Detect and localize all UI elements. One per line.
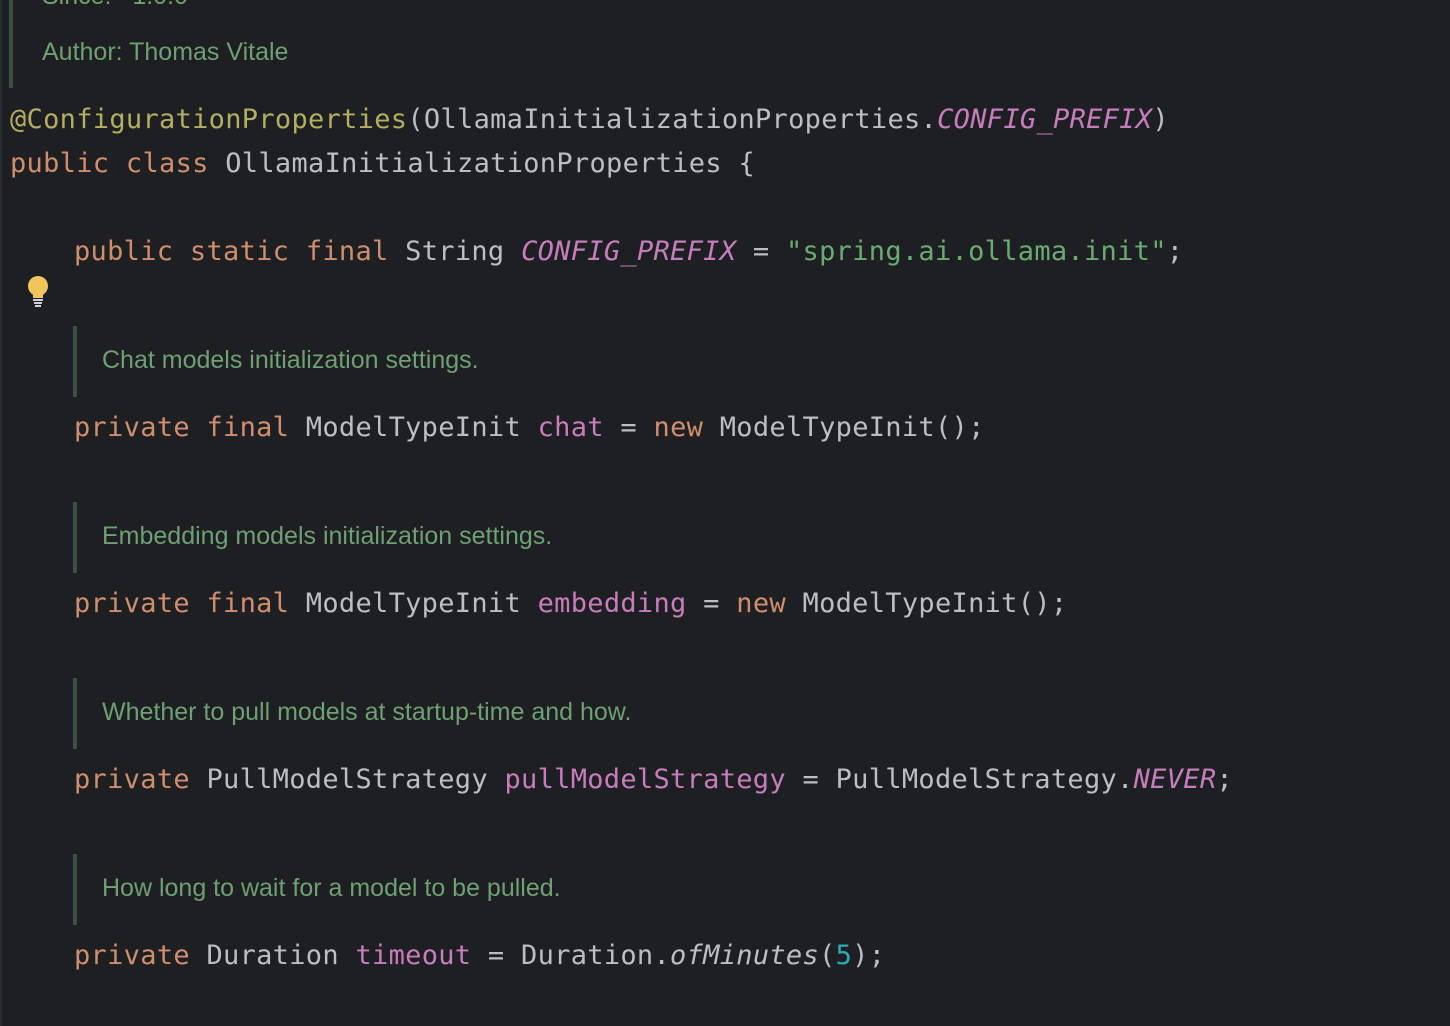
author-label: Author: xyxy=(42,38,123,66)
code-line-chat-field[interactable]: private final ModelTypeInit chat = new M… xyxy=(74,412,985,443)
constant-token: CONFIG_PREFIX xyxy=(937,104,1153,135)
field-token: embedding xyxy=(537,588,687,619)
operator-token: = xyxy=(703,588,720,619)
string-token: "spring.ai.ollama.init" xyxy=(785,236,1167,267)
author-name: Thomas Vitale xyxy=(129,38,289,66)
operator-token: = xyxy=(487,940,505,971)
field-token: pullModelStrategy xyxy=(504,764,786,795)
javadoc-bar xyxy=(73,854,77,925)
javadoc-author: Author: Thomas Vitale xyxy=(42,38,288,67)
keyword-token: private xyxy=(74,940,190,971)
javadoc-timeout: How long to wait for a model to be pulle… xyxy=(102,874,561,902)
code-line-class-decl[interactable]: public class OllamaInitializationPropert… xyxy=(10,148,755,179)
type-token: PullModelStrategy xyxy=(206,764,488,795)
constructor-token: ModelTypeInit(); xyxy=(802,588,1068,619)
constructor-token: ModelTypeInit(); xyxy=(719,412,985,443)
semicolon-token: ; xyxy=(1216,764,1233,795)
operator-token: = xyxy=(802,764,820,795)
brace-token: { xyxy=(738,148,756,179)
javadoc-bar xyxy=(73,326,77,397)
semicolon-token: ; xyxy=(1166,236,1184,267)
javadoc-chat: Chat models initialization settings. xyxy=(102,346,479,374)
keyword-token: private xyxy=(74,412,190,443)
editor-left-edge xyxy=(0,0,2,1026)
keyword-token: private xyxy=(74,588,190,619)
paren-token: ) xyxy=(1152,104,1169,135)
constant-token: CONFIG_PREFIX xyxy=(521,236,737,267)
method-token: ofMinutes xyxy=(670,940,820,971)
class-name-token: OllamaInitializationProperties xyxy=(225,148,722,179)
keyword-token: public xyxy=(74,236,174,267)
annotation-arg: (OllamaInitializationProperties. xyxy=(407,104,938,135)
code-line-config-prefix[interactable]: public static final String CONFIG_PREFIX… xyxy=(74,236,1183,267)
number-token: 5 xyxy=(835,940,853,971)
class-ref-token: Duration. xyxy=(521,940,671,971)
class-ref-token: PullModelStrategy. xyxy=(835,764,1134,795)
code-line-embedding-field[interactable]: private final ModelTypeInit embedding = … xyxy=(74,588,1067,619)
keyword-token: new xyxy=(653,412,704,443)
type-token: Duration xyxy=(206,940,339,971)
keyword-token: final xyxy=(305,236,389,267)
keyword-token: new xyxy=(736,588,786,619)
field-token: chat xyxy=(537,412,604,443)
type-token: ModelTypeInit xyxy=(305,412,522,443)
field-token: timeout xyxy=(355,940,472,971)
keyword-token: final xyxy=(206,588,290,619)
javadoc-since-cut: Since: 1.0.0 xyxy=(42,0,188,11)
javadoc-pull-strategy: Whether to pull models at startup-time a… xyxy=(102,698,632,726)
constant-token: NEVER xyxy=(1133,764,1217,795)
lightbulb-icon[interactable] xyxy=(24,274,52,308)
paren-token: ( xyxy=(819,940,836,971)
javadoc-bar xyxy=(73,678,77,749)
annotation-token: @ConfigurationProperties xyxy=(10,104,408,135)
keyword-token: static xyxy=(189,236,290,267)
javadoc-embedding: Embedding models initialization settings… xyxy=(102,522,553,550)
code-line-pull-strategy-field[interactable]: private PullModelStrategy pullModelStrat… xyxy=(74,764,1233,795)
operator-token: = xyxy=(620,412,637,443)
type-token: String xyxy=(405,236,505,267)
code-line-annotation[interactable]: @ConfigurationProperties(OllamaInitializ… xyxy=(10,104,1169,135)
keyword-token: final xyxy=(206,412,290,443)
keyword-token: class xyxy=(125,148,209,179)
type-token: ModelTypeInit xyxy=(305,588,522,619)
operator-token: = xyxy=(752,236,770,267)
javadoc-bar xyxy=(9,0,13,88)
keyword-token: private xyxy=(74,764,190,795)
code-line-timeout-field[interactable]: private Duration timeout = Duration.ofMi… xyxy=(74,940,885,971)
keyword-token: public xyxy=(10,148,110,179)
javadoc-bar xyxy=(73,502,77,573)
paren-token: ); xyxy=(852,940,886,971)
